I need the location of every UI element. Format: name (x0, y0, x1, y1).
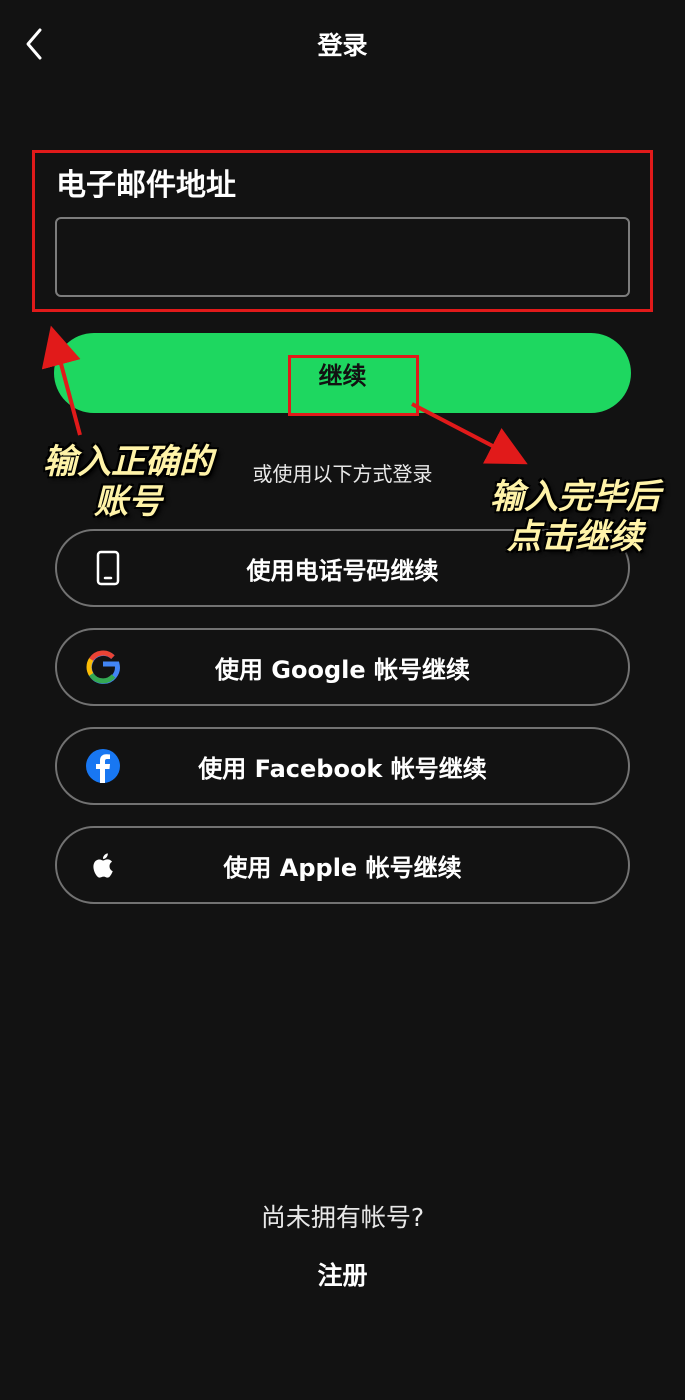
email-label: 电子邮件地址 (56, 168, 236, 203)
google-login-label: 使用 Google 帐号继续 (214, 655, 471, 684)
facebook-login-button[interactable]: 使用 Facebook 帐号继续 (55, 727, 630, 805)
apple-login-button[interactable]: 使用 Apple 帐号继续 (55, 826, 630, 904)
annotation-click-continue: 输入完毕后 点击继续 (470, 477, 680, 557)
annotation-right-line2: 点击继续 (507, 517, 643, 557)
apple-login-label: 使用 Apple 帐号继续 (223, 853, 462, 882)
continue-label: 继续 (318, 361, 367, 390)
page-title: 登录 (317, 31, 368, 60)
annotation-right-line1: 输入完毕后 (490, 477, 660, 517)
annotation-left-line2: 账号 (94, 482, 162, 522)
email-input[interactable] (55, 217, 630, 297)
signup-link[interactable]: 注册 (0, 1256, 685, 1292)
google-login-button[interactable]: 使用 Google 帐号继续 (55, 628, 630, 706)
facebook-login-label: 使用 Facebook 帐号继续 (198, 754, 487, 783)
no-account-prompt: 尚未拥有帐号? (260, 1203, 425, 1232)
continue-button[interactable]: 继续 (54, 333, 631, 413)
annotation-left-line1: 输入正确的 (43, 442, 213, 482)
annotation-enter-account: 输入正确的 账号 (28, 442, 228, 522)
